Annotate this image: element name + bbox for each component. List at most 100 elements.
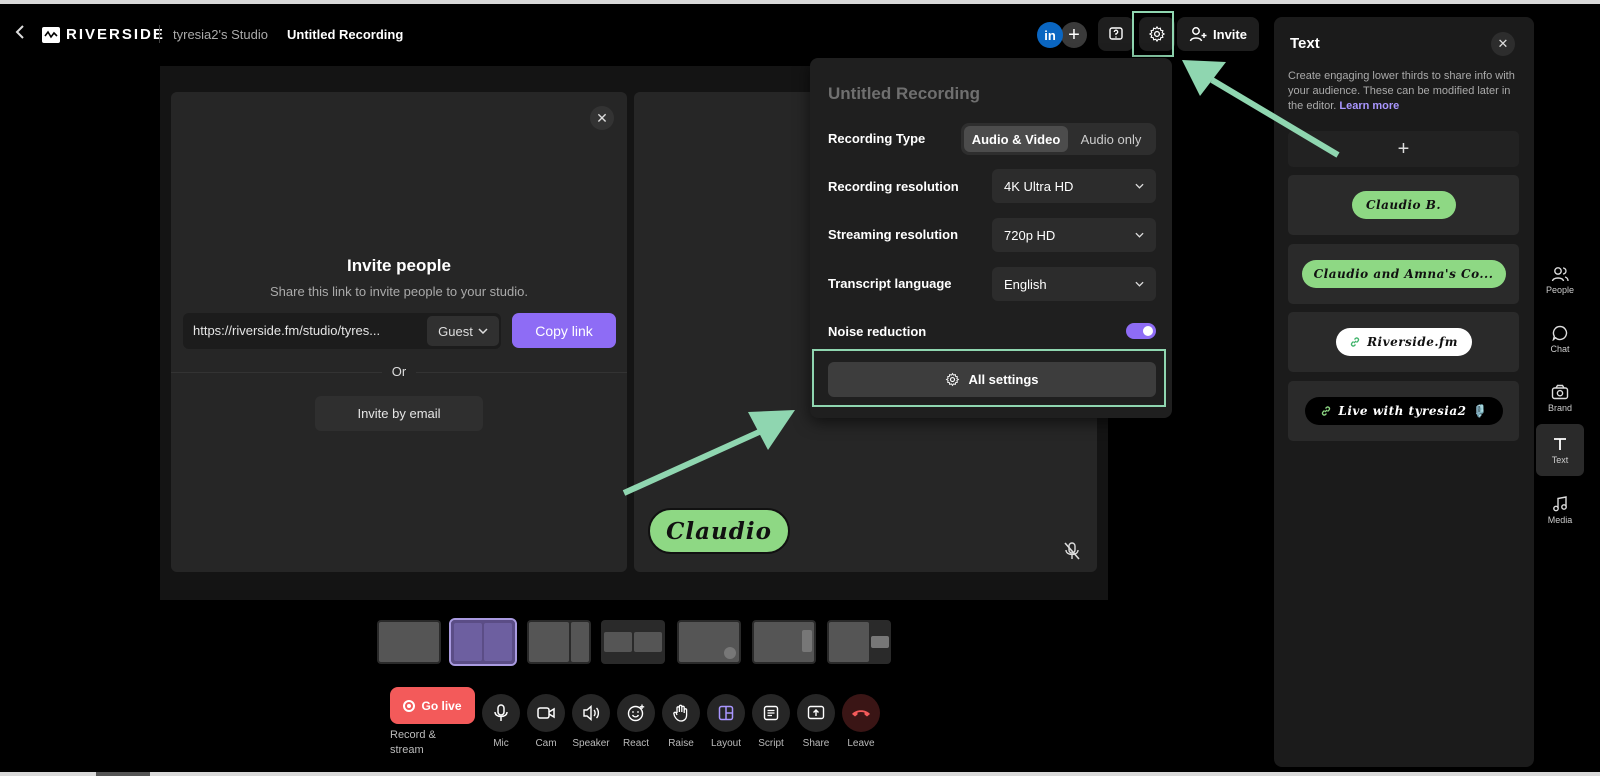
invite-link-text: https://riverside.fm/studio/tyres... (193, 323, 381, 338)
go-live-sublabel: Record & stream (390, 729, 436, 756)
invite-by-email-button[interactable]: Invite by email (315, 396, 483, 431)
share-label: Share (802, 738, 830, 749)
layout-option-strip[interactable] (601, 620, 665, 664)
chevron-down-icon (1135, 183, 1144, 189)
lower-third-card[interactable]: Riverside.fm (1288, 312, 1519, 372)
or-label: Or (381, 364, 417, 379)
riverside-logo-icon (42, 26, 60, 43)
settings-highlight-box (1132, 11, 1174, 57)
lower-third-pill: Live with tyresia2 🎙️ (1304, 397, 1503, 425)
invite-label: Invite (1213, 26, 1247, 42)
rail-item-text[interactable]: Text (1536, 424, 1584, 476)
panel-description-text: Create engaging lower thirds to share in… (1288, 70, 1515, 112)
role-dropdown[interactable]: Guest (427, 316, 499, 346)
or-label-wrap: Or (171, 364, 627, 379)
lower-third-card[interactable]: Claudio and Amna's Co... (1288, 244, 1519, 304)
share-screen-button[interactable] (797, 694, 835, 732)
script-label: Script (758, 738, 784, 749)
audio-video-option[interactable]: Audio & Video (964, 126, 1068, 152)
top-border (0, 0, 1600, 4)
music-icon (1553, 495, 1567, 511)
raise-hand-button[interactable] (662, 694, 700, 732)
recording-resolution-label: Recording resolution (828, 179, 959, 194)
rail-label: People (1545, 284, 1575, 295)
link-icon (1322, 406, 1331, 416)
transcript-language-select[interactable]: English (992, 267, 1156, 301)
back-chevron-icon[interactable] (14, 24, 32, 44)
panel-description: Create engaging lower thirds to share in… (1288, 69, 1518, 114)
brand-icon (1551, 384, 1569, 399)
camera-icon (537, 707, 555, 719)
lower-third-card[interactable]: Claudio B. (1288, 175, 1519, 235)
riverside-logo[interactable]: RIVERSIDE (42, 26, 165, 43)
lower-third-pill: Claudio and Amna's Co... (1301, 260, 1506, 288)
mic-button[interactable] (482, 694, 520, 732)
layout-option-bubble[interactable] (677, 620, 741, 664)
go-live-button[interactable]: Go live (390, 687, 475, 724)
recording-resolution-select[interactable]: 4K Ultra HD (992, 169, 1156, 203)
transcript-language-label: Transcript language (828, 276, 952, 291)
cam-button[interactable] (527, 694, 565, 732)
layout-label: Layout (710, 738, 742, 749)
react-button[interactable] (617, 694, 655, 732)
all-settings-highlight-box (812, 349, 1166, 407)
layout-icon (718, 705, 734, 721)
panel-title: Text (1290, 35, 1320, 52)
linkedin-icon[interactable]: in (1037, 22, 1063, 48)
layout-option-solo[interactable] (377, 620, 441, 664)
add-destination-button[interactable]: + (1061, 22, 1087, 48)
phone-hangup-icon (852, 710, 870, 717)
streaming-resolution-value: 720p HD (1004, 227, 1056, 243)
layout-option-side-pip[interactable] (827, 620, 891, 664)
layout-button[interactable] (707, 694, 745, 732)
text-icon (1554, 437, 1566, 450)
streaming-resolution-label: Streaming resolution (828, 227, 959, 242)
react-label: React (622, 738, 650, 749)
mic-icon (494, 704, 508, 721)
invite-button[interactable]: Invite (1177, 17, 1259, 51)
mic-muted-icon (1064, 542, 1080, 565)
add-user-icon (1189, 27, 1207, 42)
leave-button[interactable] (842, 694, 880, 732)
rail-label: Text (1551, 454, 1569, 465)
chevron-down-icon (1135, 281, 1144, 287)
close-panel-button[interactable]: ✕ (1491, 32, 1515, 56)
chat-icon (1552, 325, 1568, 341)
close-invite-button[interactable]: ✕ (590, 106, 614, 130)
bottom-border (0, 772, 1600, 776)
leave-label: Leave (847, 738, 875, 749)
speaker-label: Speaker (572, 738, 610, 749)
raise-label: Raise (668, 738, 694, 749)
chevron-down-icon (1135, 232, 1144, 238)
record-icon (403, 699, 416, 712)
link-icon (1350, 337, 1360, 347)
script-button[interactable] (752, 694, 790, 732)
rail-item-media[interactable]: Media (1536, 484, 1584, 536)
add-lower-third-button[interactable]: + (1288, 131, 1519, 167)
emoji-icon (627, 704, 645, 722)
help-icon (1109, 27, 1123, 40)
layout-option-pip[interactable] (752, 620, 816, 664)
popover-title: Untitled Recording (828, 84, 981, 103)
layout-option-main-side[interactable] (527, 620, 591, 664)
rail-item-brand[interactable]: Brand (1536, 372, 1584, 424)
lower-third-card[interactable]: Live with tyresia2 🎙️ (1288, 381, 1519, 441)
learn-more-link[interactable]: Learn more (1339, 100, 1399, 112)
noise-reduction-toggle[interactable] (1126, 323, 1156, 339)
recording-type-label: Recording Type (828, 131, 926, 146)
hand-icon (673, 704, 688, 722)
cam-label: Cam (535, 738, 557, 749)
streaming-resolution-select[interactable]: 720p HD (992, 218, 1156, 252)
rail-item-chat[interactable]: Chat (1536, 313, 1584, 365)
layout-option-split[interactable] (449, 618, 517, 666)
help-button[interactable] (1098, 17, 1134, 51)
lower-third-pill: Claudio B. (1351, 191, 1456, 219)
audio-only-option[interactable]: Audio only (1068, 126, 1154, 152)
invite-title: Invite people (347, 256, 451, 275)
people-icon (1551, 266, 1569, 281)
rail-item-people[interactable]: People (1536, 254, 1584, 306)
copy-link-button[interactable]: Copy link (512, 313, 616, 348)
script-icon (763, 705, 779, 721)
speaker-button[interactable] (572, 694, 610, 732)
recording-title[interactable]: Untitled Recording (287, 27, 403, 42)
